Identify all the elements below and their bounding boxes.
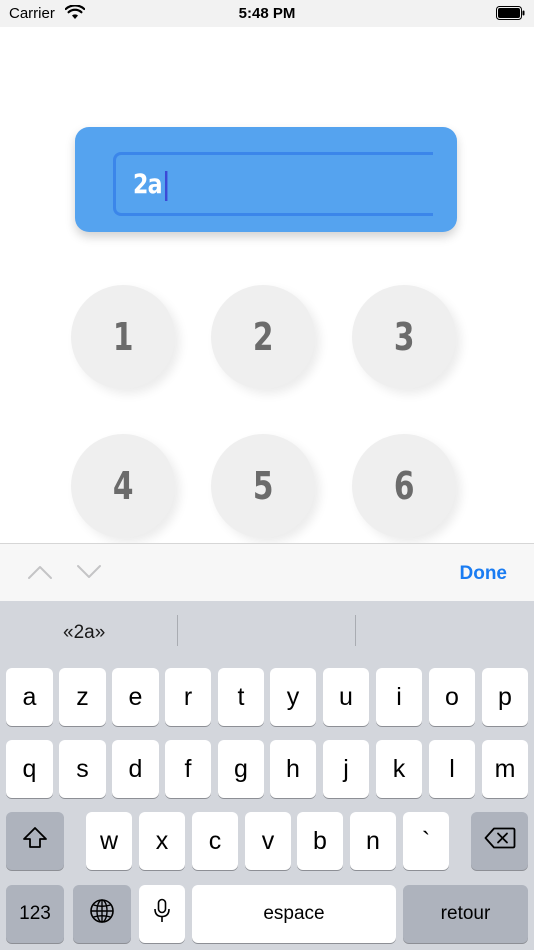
- suggestion-1[interactable]: «2a»: [63, 622, 105, 644]
- suggestion-bar: «2a»: [0, 601, 534, 662]
- globe-key[interactable]: [73, 885, 131, 943]
- backspace-key[interactable]: [471, 812, 528, 870]
- keypad-key-1[interactable]: 1: [71, 285, 175, 389]
- numbers-key[interactable]: 123: [6, 885, 64, 943]
- key-r[interactable]: r: [165, 668, 211, 726]
- key-l[interactable]: l: [429, 740, 475, 798]
- status-bar: Carrier 5:48 PM: [0, 0, 534, 27]
- code-input[interactable]: 2a: [113, 152, 433, 216]
- shift-icon: [22, 826, 48, 857]
- key-k[interactable]: k: [376, 740, 422, 798]
- input-value: 2a: [133, 169, 168, 201]
- key-m[interactable]: m: [482, 740, 528, 798]
- keypad-key-6[interactable]: 6: [352, 434, 456, 538]
- key-t[interactable]: t: [218, 668, 264, 726]
- chevron-down-icon[interactable]: [76, 564, 102, 585]
- key-c[interactable]: c: [192, 812, 238, 870]
- keypad-key-5[interactable]: 5: [211, 434, 315, 538]
- key-a[interactable]: a: [6, 668, 53, 726]
- chevron-up-icon[interactable]: [27, 564, 53, 585]
- key-n[interactable]: n: [350, 812, 396, 870]
- suggestion-divider: [177, 615, 178, 646]
- return-key[interactable]: retour: [403, 885, 528, 943]
- backspace-icon: [484, 827, 516, 856]
- key-q[interactable]: q: [6, 740, 53, 798]
- clock: 5:48 PM: [238, 5, 296, 22]
- battery-icon: [496, 6, 525, 20]
- key-e[interactable]: e: [112, 668, 159, 726]
- key-o[interactable]: o: [429, 668, 475, 726]
- keyboard: «2a» a z e r t y u i o p q s d f g h j k…: [0, 601, 534, 950]
- space-key[interactable]: espace: [192, 885, 396, 943]
- done-button[interactable]: Done: [460, 563, 508, 585]
- key-u[interactable]: u: [323, 668, 369, 726]
- globe-icon: [89, 898, 115, 931]
- key-v[interactable]: v: [245, 812, 291, 870]
- shift-key[interactable]: [6, 812, 64, 870]
- key-y[interactable]: y: [270, 668, 316, 726]
- suggestion-divider: [355, 615, 356, 646]
- key-x[interactable]: x: [139, 812, 185, 870]
- caret: [164, 170, 168, 201]
- key-f[interactable]: f: [165, 740, 211, 798]
- keypad-key-3[interactable]: 3: [352, 285, 456, 389]
- key-i[interactable]: i: [376, 668, 422, 726]
- keypad-key-2[interactable]: 2: [211, 285, 315, 389]
- dictation-key[interactable]: [139, 885, 185, 943]
- microphone-icon: [153, 898, 171, 931]
- key-h[interactable]: h: [270, 740, 316, 798]
- key-w[interactable]: w: [86, 812, 132, 870]
- key-d[interactable]: d: [112, 740, 159, 798]
- keypad-key-4[interactable]: 4: [71, 434, 175, 538]
- key-backtick[interactable]: `: [403, 812, 449, 870]
- keyboard-accessory-bar: Done: [0, 543, 534, 602]
- key-s[interactable]: s: [59, 740, 106, 798]
- input-card: 2a: [75, 127, 457, 232]
- key-z[interactable]: z: [59, 668, 106, 726]
- key-p[interactable]: p: [482, 668, 528, 726]
- key-b[interactable]: b: [297, 812, 343, 870]
- key-g[interactable]: g: [218, 740, 264, 798]
- key-j[interactable]: j: [323, 740, 369, 798]
